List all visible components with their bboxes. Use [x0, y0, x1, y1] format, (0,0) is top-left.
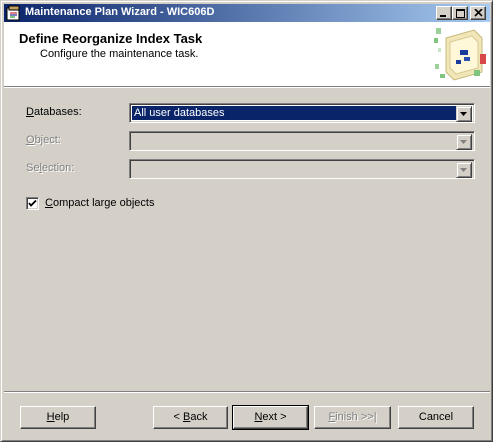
object-selected-value: [132, 134, 456, 148]
object-combobox[interactable]: [129, 131, 475, 151]
object-label: Object:: [26, 134, 61, 146]
title-bar[interactable]: Maintenance Plan Wizard - WIC606D: [4, 4, 490, 22]
chevron-down-icon[interactable]: [456, 106, 472, 122]
footer-divider-highlight: [4, 392, 490, 393]
wizard-header: Define Reorganize Index Task Configure t…: [4, 22, 490, 86]
window-title: Maintenance Plan Wizard - WIC606D: [25, 6, 215, 18]
checkmark-icon: [28, 199, 37, 207]
chevron-down-icon[interactable]: [456, 162, 472, 178]
compact-large-objects-checkbox[interactable]: [26, 197, 39, 210]
compact-large-objects-label[interactable]: Compact large objects: [45, 197, 154, 209]
close-button[interactable]: [470, 6, 486, 20]
minimize-button[interactable]: [436, 6, 452, 20]
databases-label: Databases:: [26, 106, 82, 118]
help-button[interactable]: Help: [20, 406, 96, 429]
wizard-window: Maintenance Plan Wizard - WIC606D Define…: [0, 0, 493, 442]
cancel-button[interactable]: Cancel: [398, 406, 474, 429]
header-divider-highlight: [4, 87, 490, 88]
chevron-down-icon[interactable]: [456, 134, 472, 150]
selection-selected-value: [132, 162, 456, 176]
next-button[interactable]: Next >: [232, 405, 309, 430]
selection-combobox[interactable]: [129, 159, 475, 179]
page-title: Define Reorganize Index Task: [19, 31, 203, 46]
finish-button[interactable]: Finish >>|: [314, 406, 391, 429]
wizard-banner-graphic: [430, 24, 488, 84]
databases-selected-value: All user databases: [132, 106, 456, 120]
back-button[interactable]: < Back: [153, 406, 228, 429]
maximize-button[interactable]: [452, 6, 468, 20]
selection-label: Selection:: [26, 162, 75, 174]
databases-combobox[interactable]: All user databases: [129, 103, 475, 123]
wizard-app-icon: [6, 5, 22, 21]
page-subtitle: Configure the maintenance task.: [40, 48, 199, 60]
